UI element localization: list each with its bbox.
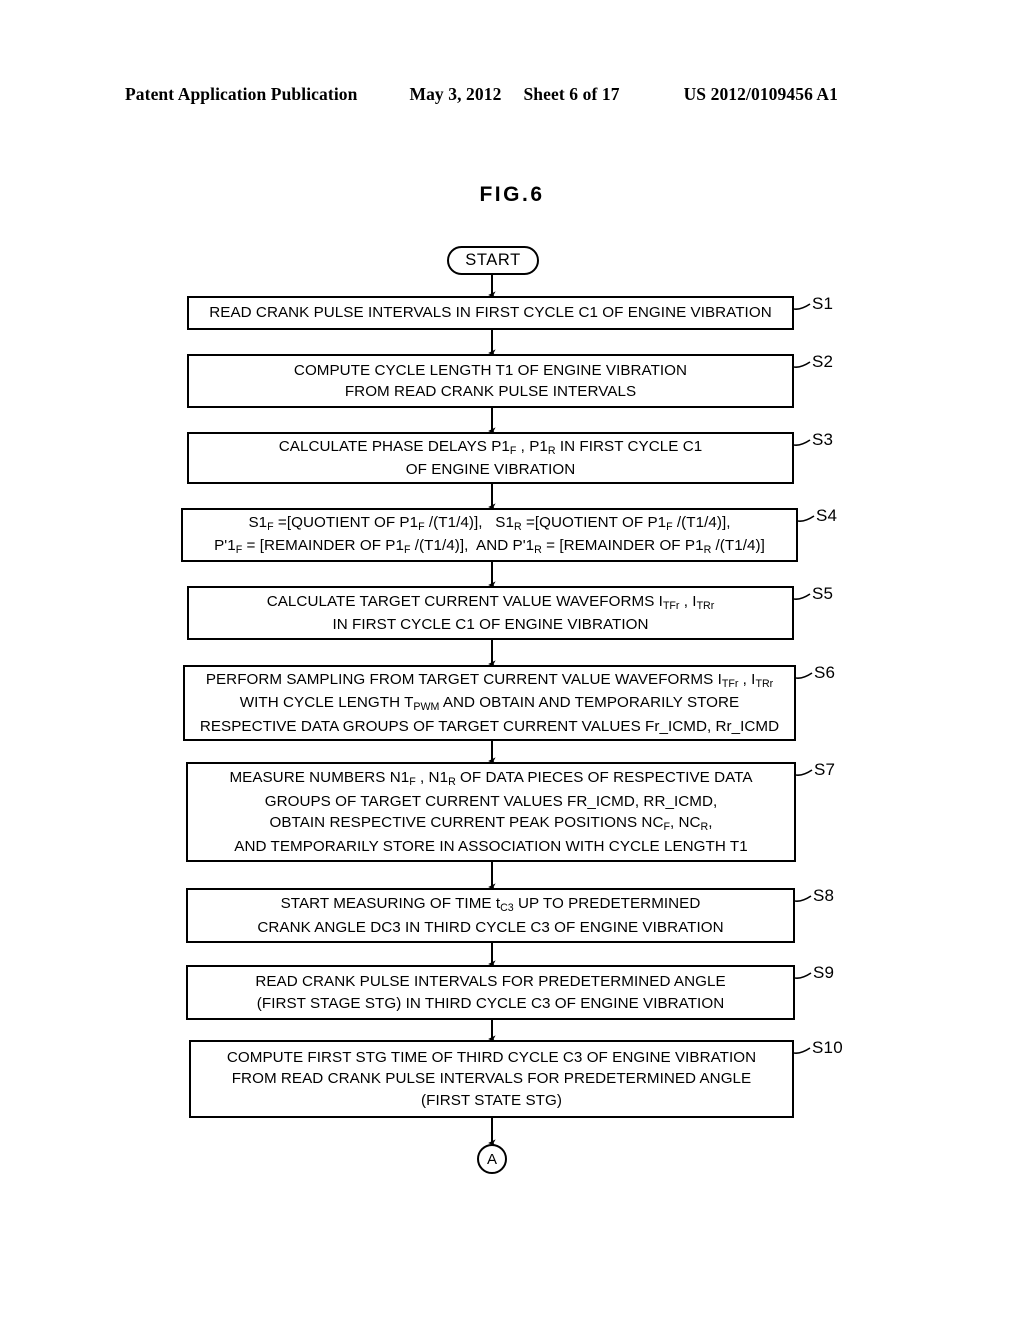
start-terminal-label: START bbox=[465, 251, 521, 269]
step-label-s1: S1 bbox=[812, 294, 834, 313]
offpage-connector-label: A bbox=[486, 1150, 497, 1168]
process-box-line: CRANK ANGLE DC3 IN THIRD CYCLE C3 OF ENG… bbox=[257, 918, 724, 936]
step-label-s2: S2 bbox=[812, 352, 834, 371]
process-box-line: OBTAIN RESPECTIVE CURRENT PEAK POSITIONS… bbox=[269, 814, 713, 834]
step-leader-line bbox=[795, 769, 813, 776]
process-box-line: COMPUTE CYCLE LENGTH T1 OF ENGINE VIBRAT… bbox=[293, 361, 688, 379]
process-box-line: MEASURE NUMBERS N1F , N1R OF DATA PIECES… bbox=[229, 769, 753, 789]
process-box-s10: COMPUTE FIRST STG TIME OF THIRD CYCLE C3… bbox=[189, 1040, 794, 1118]
process-box-line: COMPUTE FIRST STG TIME OF THIRD CYCLE C3… bbox=[226, 1048, 757, 1066]
step-leader-line bbox=[795, 672, 813, 679]
process-box-s4: S1F =[QUOTIENT OF P1F /(T1/4)], S1R =[QU… bbox=[181, 508, 798, 562]
flowchart-connector-lines bbox=[488, 275, 815, 1147]
offpage-connector-a: A bbox=[477, 1144, 507, 1174]
process-box-line: FROM READ CRANK PULSE INTERVALS bbox=[344, 383, 637, 400]
process-box-line: READ CRANK PULSE INTERVALS FOR PREDETERM… bbox=[255, 973, 726, 990]
process-box-s6: PERFORM SAMPLING FROM TARGET CURRENT VAL… bbox=[183, 665, 796, 741]
process-box-line: GROUPS OF TARGET CURRENT VALUES FR_ICMD,… bbox=[264, 792, 718, 810]
process-box-line: IN FIRST CYCLE C1 OF ENGINE VIBRATION bbox=[332, 616, 649, 633]
process-box-s7: MEASURE NUMBERS N1F , N1R OF DATA PIECES… bbox=[186, 762, 796, 862]
process-box-line: CALCULATE PHASE DELAYS P1F , P1R IN FIRS… bbox=[278, 437, 703, 457]
step-label-s6: S6 bbox=[814, 663, 836, 682]
process-box-s1: READ CRANK PULSE INTERVALS IN FIRST CYCL… bbox=[187, 296, 794, 330]
process-box-line: RESPECTIVE DATA GROUPS OF TARGET CURRENT… bbox=[199, 717, 780, 735]
step-leader-line bbox=[797, 515, 815, 522]
step-leader-line bbox=[793, 361, 811, 368]
step-leader-line bbox=[793, 439, 811, 446]
process-box-line: AND TEMPORARILY STORE IN ASSOCIATION WIT… bbox=[234, 837, 748, 855]
process-box-line: READ CRANK PULSE INTERVALS IN FIRST CYCL… bbox=[209, 304, 772, 322]
step-leader-line bbox=[793, 593, 811, 600]
process-box-s2: COMPUTE CYCLE LENGTH T1 OF ENGINE VIBRAT… bbox=[187, 354, 794, 408]
process-box-line: (FIRST STATE STG) bbox=[421, 1091, 562, 1109]
process-box-line: CALCULATE TARGET CURRENT VALUE WAVEFORMS… bbox=[266, 592, 715, 612]
start-terminal: START bbox=[447, 246, 539, 275]
process-box-s8: START MEASURING OF TIME tC3 UP TO PREDET… bbox=[186, 888, 795, 943]
process-box-s5: CALCULATE TARGET CURRENT VALUE WAVEFORMS… bbox=[187, 586, 794, 640]
flowchart-diagram: START READ CRANK PULSE INTERVALS IN FIRS… bbox=[0, 0, 1024, 1320]
step-leader-line bbox=[794, 895, 812, 902]
step-label-s10: S10 bbox=[812, 1038, 843, 1057]
process-box-line: WITH CYCLE LENGTH TPWM AND OBTAIN AND TE… bbox=[239, 694, 740, 714]
step-leader-line bbox=[793, 303, 811, 310]
step-label-s3: S3 bbox=[812, 430, 834, 449]
process-box-line: P'1F = [REMAINDER OF P1F /(T1/4)], AND P… bbox=[214, 537, 765, 557]
step-label-s4: S4 bbox=[816, 506, 838, 525]
process-box-line: PERFORM SAMPLING FROM TARGET CURRENT VAL… bbox=[205, 670, 774, 690]
process-box-line: (FIRST STAGE STG) IN THIRD CYCLE C3 OF E… bbox=[256, 994, 725, 1012]
process-box-line: FROM READ CRANK PULSE INTERVALS FOR PRED… bbox=[231, 1070, 752, 1088]
step-label-s5: S5 bbox=[812, 584, 834, 603]
step-label-s7: S7 bbox=[814, 760, 836, 779]
step-leader-line bbox=[793, 1047, 811, 1054]
process-box-s9: READ CRANK PULSE INTERVALS FOR PREDETERM… bbox=[186, 965, 795, 1020]
process-box-line: S1F =[QUOTIENT OF P1F /(T1/4)], S1R =[QU… bbox=[248, 513, 731, 533]
step-label-s8: S8 bbox=[813, 886, 835, 905]
process-box-s3: CALCULATE PHASE DELAYS P1F , P1R IN FIRS… bbox=[187, 432, 794, 484]
process-box-line: START MEASURING OF TIME tC3 UP TO PREDET… bbox=[280, 895, 701, 915]
step-label-s9: S9 bbox=[813, 963, 835, 982]
step-leader-line bbox=[794, 972, 812, 979]
process-box-line: OF ENGINE VIBRATION bbox=[405, 461, 576, 478]
